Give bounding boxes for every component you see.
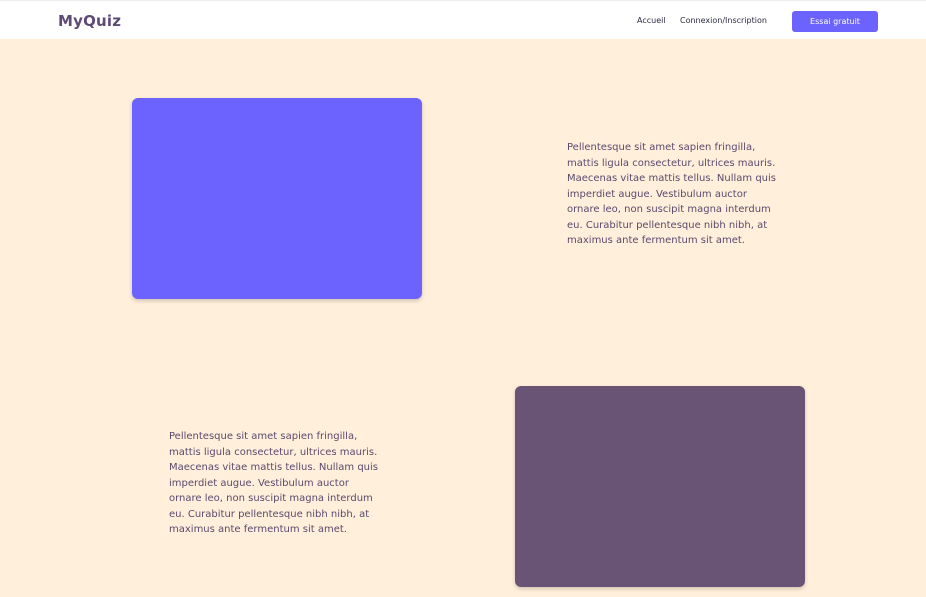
free-trial-button[interactable]: Essai gratuit — [792, 11, 878, 32]
nav-link-login[interactable]: Connexion/Inscription — [680, 15, 767, 27]
navbar: MyQuiz Accueil Connexion/Inscription Ess… — [0, 0, 926, 39]
feature-text-2: Pellentesque sit amet sapien fringilla, … — [169, 431, 378, 535]
feature-image-1 — [132, 98, 422, 299]
feature-image-2 — [515, 386, 805, 587]
nav-link-home[interactable]: Accueil — [637, 15, 666, 27]
logo[interactable]: MyQuiz — [58, 11, 121, 31]
feature-text-1: Pellentesque sit amet sapien fringilla, … — [567, 142, 776, 246]
